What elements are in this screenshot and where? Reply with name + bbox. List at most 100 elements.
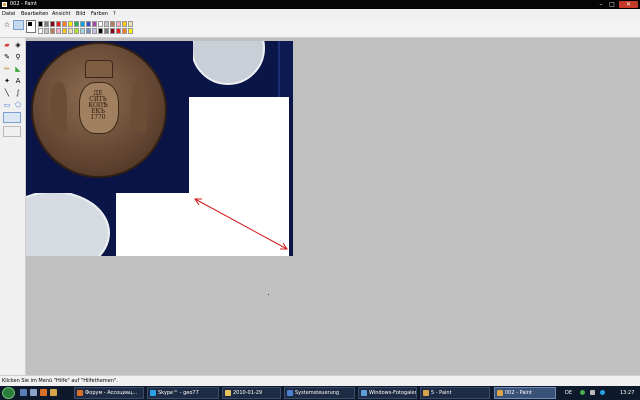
taskbar: Форум - Ассоциац... Skype™ - geo77 2010-01… <box>0 386 640 400</box>
taskbar-button-label: 002 - Paint <box>505 390 532 396</box>
taskbar-button[interactable]: 002 - Paint <box>494 387 556 399</box>
taskbar-button[interactable]: Windows-Fotogalerie <box>358 387 417 399</box>
taskbar-button-label: Systemsteuerung <box>295 390 340 396</box>
palette-swatch[interactable] <box>62 21 67 27</box>
taskbar-app-icon <box>287 389 293 396</box>
clock[interactable]: 13:27 <box>620 390 634 396</box>
taskbar-button-label: 2010-01-29 <box>233 390 263 396</box>
volume-icon[interactable] <box>590 390 595 395</box>
rectangle-icon[interactable]: ▭ <box>2 100 12 110</box>
palette-swatch[interactable] <box>98 28 103 34</box>
palette-swatch[interactable] <box>74 21 79 27</box>
window-title: 002 - Paint <box>10 1 37 7</box>
taskbar-app-icon <box>423 389 429 396</box>
firefox-icon[interactable] <box>40 389 47 396</box>
palette-swatch[interactable] <box>56 28 61 34</box>
free-select-icon[interactable]: ☆ <box>2 20 12 30</box>
taskbar-app-icon <box>497 389 503 396</box>
title-bar: 002 - Paint – □ ✕ <box>0 0 640 9</box>
taskbar-button[interactable]: 5 - Paint <box>420 387 490 399</box>
palette-swatch[interactable] <box>92 21 97 27</box>
taskbar-app-icon <box>77 389 83 396</box>
close-button[interactable]: ✕ <box>619 1 638 8</box>
palette-swatch[interactable] <box>50 28 55 34</box>
palette-swatch[interactable] <box>116 21 121 27</box>
palette-swatch[interactable] <box>68 28 73 34</box>
taskbar-button[interactable]: Systemsteuerung <box>284 387 355 399</box>
fill-icon[interactable]: ◈ <box>13 40 23 50</box>
paint-quicklaunch-icon[interactable] <box>50 389 57 396</box>
taskbar-button-label: 5 - Paint <box>431 390 452 396</box>
system-tray: DE 13:27 <box>560 387 640 399</box>
palette-swatch[interactable] <box>38 28 43 34</box>
palette-swatch[interactable] <box>56 21 61 27</box>
airbrush-icon[interactable]: ✦ <box>2 76 12 86</box>
show-desktop-icon[interactable] <box>20 389 27 396</box>
menu-datei[interactable]: Datei <box>2 11 15 17</box>
palette-swatch[interactable] <box>80 21 85 27</box>
palette-swatch[interactable] <box>92 28 97 34</box>
language-indicator[interactable]: DE <box>565 390 572 396</box>
palette-swatch[interactable] <box>44 28 49 34</box>
color-picker-icon[interactable]: ✎ <box>2 52 12 62</box>
double-arrow-line <box>194 198 288 250</box>
palette-swatch[interactable] <box>86 28 91 34</box>
palette-swatch[interactable] <box>104 28 109 34</box>
taskbar-button-label: Skype™ - geo77 <box>158 390 199 396</box>
palette-swatch[interactable] <box>74 28 79 34</box>
menu-farben[interactable]: Farben <box>91 11 108 17</box>
palette-swatch[interactable] <box>128 28 133 34</box>
toolbox: ▰ ◈ ✎ ⚲ ✏ ◣ ✦ A ╲ ∫ ▭ ⬠ ⬭ ▢ <box>0 38 26 375</box>
network-icon[interactable] <box>580 390 585 395</box>
palette-swatch[interactable] <box>62 28 67 34</box>
eraser-icon[interactable]: ▰ <box>2 40 12 50</box>
palette-swatch[interactable] <box>122 21 127 27</box>
curve-icon[interactable]: ∫ <box>13 88 23 98</box>
switch-windows-icon[interactable] <box>30 389 37 396</box>
canvas-resize-dot[interactable] <box>268 294 269 295</box>
palette-swatch[interactable] <box>38 21 43 27</box>
menu-bearbeiten[interactable]: Bearbeiten <box>21 11 48 17</box>
palette-swatch[interactable] <box>122 28 127 34</box>
palette-swatch[interactable] <box>110 21 115 27</box>
taskbar-button[interactable]: 2010-01-29 <box>222 387 281 399</box>
taskbar-app-icon <box>361 389 367 396</box>
palette-swatch[interactable] <box>44 21 49 27</box>
status-text: Klicken Sie im Menü "Hilfe" auf "Hilfeth… <box>2 378 118 384</box>
palette-swatch[interactable] <box>128 21 133 27</box>
palette-swatch[interactable] <box>116 28 121 34</box>
minimize-button[interactable]: – <box>597 1 605 8</box>
text-icon[interactable]: A <box>13 76 23 86</box>
transparency-transparent-icon[interactable] <box>3 126 21 137</box>
taskbar-button-label: Форум - Ассоциац... <box>85 390 138 396</box>
transparency-opaque-icon[interactable] <box>3 112 21 123</box>
palette-swatch[interactable] <box>50 21 55 27</box>
taskbar-button[interactable]: Форум - Ассоциац... <box>74 387 144 399</box>
palette-swatch[interactable] <box>80 28 85 34</box>
paint-app-icon <box>2 2 7 7</box>
image-canvas[interactable]: ДЕ СЯТЬ КОПѢ ЕКЪ 1770 <box>26 41 293 256</box>
palette-swatch[interactable] <box>104 21 109 27</box>
palette-swatch[interactable] <box>68 21 73 27</box>
skype-tray-icon[interactable] <box>600 390 605 395</box>
start-button[interactable] <box>2 387 15 399</box>
menu-ansicht[interactable]: Ansicht <box>52 11 70 17</box>
palette-swatch[interactable] <box>110 28 115 34</box>
line-icon[interactable]: ╲ <box>2 88 12 98</box>
magnifier-icon[interactable]: ⚲ <box>13 52 23 62</box>
menu-help[interactable]: ? <box>113 11 116 17</box>
palette-swatch[interactable] <box>86 21 91 27</box>
current-colors[interactable] <box>26 20 36 33</box>
pencil-icon[interactable]: ✏ <box>2 64 12 74</box>
menu-bild[interactable]: Bild <box>76 11 85 17</box>
palette-swatch[interactable] <box>98 21 103 27</box>
polygon-icon[interactable]: ⬠ <box>13 100 23 110</box>
select-rect-icon[interactable] <box>13 20 24 30</box>
maximize-button[interactable]: □ <box>608 1 616 8</box>
taskbar-app-icon <box>225 389 231 396</box>
arrow-annotation <box>194 198 288 250</box>
taskbar-button[interactable]: Skype™ - geo77 <box>147 387 219 399</box>
brush-icon[interactable]: ◣ <box>13 64 23 74</box>
taskbar-button-label: Windows-Fotogalerie <box>369 390 417 396</box>
taskbar-app-icon <box>150 389 156 396</box>
